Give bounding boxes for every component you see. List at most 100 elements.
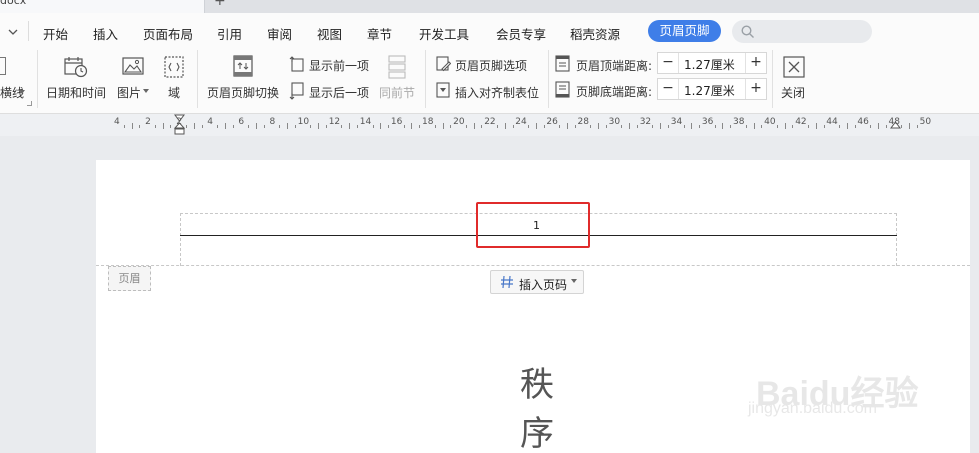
watermark-url: jingyan.baidu.com: [748, 400, 877, 417]
header-tag-label: 页眉: [108, 266, 151, 291]
ruler-tick: [450, 125, 452, 128]
ruler-tick: [217, 125, 219, 128]
header-footer-options-icon[interactable]: [436, 56, 451, 72]
ruler-tick: [380, 123, 382, 129]
document-tab[interactable]: docx: [0, 0, 205, 13]
increase-button[interactable]: +: [745, 53, 766, 73]
menu-review[interactable]: 审阅: [267, 24, 292, 43]
horizontal-line-icon[interactable]: [0, 57, 6, 75]
ruler-tick: [434, 125, 436, 128]
show-previous-icon[interactable]: [289, 56, 305, 72]
show-next-button[interactable]: 显示后一项: [309, 84, 369, 101]
menu-insert[interactable]: 插入: [93, 24, 118, 43]
horizontal-ruler[interactable]: 4 2 2 4 6 8 10 12 14 16 18 20 22 24 26 28 30 32 34 36 38 40 42…: [0, 114, 979, 136]
header-footer-options-button[interactable]: 页眉页脚选项: [455, 57, 527, 74]
ruler-tick: [870, 125, 872, 128]
ruler-tick: [318, 123, 320, 129]
ruler-tick: [730, 125, 732, 128]
ruler-tick: [162, 123, 164, 129]
ruler-number: 50: [919, 117, 932, 127]
calendar-clock-icon[interactable]: [64, 56, 88, 78]
search-input[interactable]: [732, 20, 872, 43]
ruler-tick: [139, 125, 141, 128]
menu-divider: [28, 21, 29, 41]
ruler-tick: [916, 125, 918, 128]
header-top-distance-stepper[interactable]: − 1.27厘米 +: [657, 52, 767, 74]
ruler-number: 46: [857, 117, 869, 127]
ruler-number: 24: [515, 117, 527, 127]
ribbon-separator: [425, 50, 426, 108]
ruler-tick: [815, 123, 817, 129]
ruler-tick: [566, 123, 568, 129]
ruler-number: 20: [453, 117, 465, 127]
menu-view[interactable]: 视图: [317, 24, 342, 43]
ruler-number: 42: [795, 117, 807, 127]
menu-developer[interactable]: 开发工具: [419, 24, 469, 43]
header-footer-switch-button[interactable]: 页眉页脚切换: [207, 84, 279, 101]
ruler-tick: [543, 125, 545, 128]
group-launcher-icon[interactable]: [27, 101, 32, 106]
insert-page-number-label: 插入页码: [519, 278, 568, 292]
ruler-number: 34: [670, 117, 683, 127]
ruler-tick: [885, 125, 887, 128]
menu-references[interactable]: 引用: [217, 24, 242, 43]
ruler-tick: [792, 125, 794, 128]
decrease-button[interactable]: −: [658, 79, 679, 99]
ruler-number: 32: [639, 117, 652, 127]
header-footer-switch-icon[interactable]: [232, 54, 254, 78]
picture-icon[interactable]: [122, 57, 144, 75]
field-button[interactable]: 域: [168, 84, 180, 101]
chevron-down-icon[interactable]: [8, 28, 18, 36]
same-as-previous-icon: [388, 55, 406, 79]
ruler-number: 2: [176, 117, 182, 127]
picture-button[interactable]: 图片: [117, 84, 141, 101]
show-next-icon[interactable]: [289, 82, 305, 100]
ruler-number: 48: [888, 117, 900, 127]
ruler-tick: [232, 125, 234, 128]
ruler-number: 28: [577, 117, 589, 127]
date-time-button[interactable]: 日期和时间: [46, 84, 106, 101]
show-previous-button[interactable]: 显示前一项: [309, 57, 369, 74]
header-top-distance-value[interactable]: 1.27厘米: [684, 56, 735, 73]
menu-section[interactable]: 章节: [367, 24, 392, 43]
decrease-button[interactable]: −: [658, 53, 679, 73]
new-tab-button[interactable]: +: [214, 0, 226, 9]
footer-bottom-distance-value[interactable]: 1.27厘米: [684, 82, 735, 99]
ruler-tick: [442, 123, 444, 129]
ruler-tick: [714, 125, 716, 128]
same-as-previous-button: 同前节: [379, 86, 416, 100]
close-icon[interactable]: [783, 56, 805, 78]
ruler-tick: [753, 123, 755, 129]
ruler-tick: [154, 125, 156, 128]
menu-member[interactable]: 会员专享: [496, 24, 546, 43]
ruler-tick: [224, 123, 226, 129]
ruler-number: 40: [764, 117, 776, 127]
insert-page-number-button[interactable]: 插入页码: [490, 270, 584, 294]
increase-button[interactable]: +: [745, 79, 766, 99]
ruler-tick: [629, 123, 631, 129]
ruler-tick: [341, 125, 343, 128]
menu-page-layout[interactable]: 页面布局: [143, 24, 193, 43]
field-icon[interactable]: [164, 56, 184, 78]
page-number-icon: [501, 275, 513, 289]
ruler-number: 22: [484, 117, 496, 127]
ruler-tick: [123, 125, 125, 128]
close-header-footer-button[interactable]: 关闭: [781, 84, 805, 101]
ruler-tick: [512, 125, 514, 128]
ribbon-separator: [37, 50, 38, 108]
menu-home[interactable]: 开始: [43, 24, 68, 43]
ruler-tick: [279, 125, 281, 128]
footer-bottom-distance-stepper[interactable]: − 1.27厘米 +: [657, 78, 767, 100]
dropdown-caret-icon[interactable]: [143, 89, 149, 93]
insert-align-tab-button[interactable]: 插入对齐制表位: [455, 84, 539, 101]
ruler-tick: [598, 123, 600, 129]
ruler-tick: [807, 125, 809, 128]
menu-docer[interactable]: 稻壳资源: [570, 24, 620, 43]
tab-header-footer[interactable]: 页眉页脚: [648, 20, 721, 42]
ruler-number: 26: [546, 117, 558, 127]
ruler-tick: [652, 125, 654, 128]
align-tab-icon[interactable]: [436, 82, 451, 98]
search-icon: [741, 25, 754, 38]
dropdown-caret-icon[interactable]: [19, 90, 25, 94]
ruler-tick: [504, 123, 506, 129]
